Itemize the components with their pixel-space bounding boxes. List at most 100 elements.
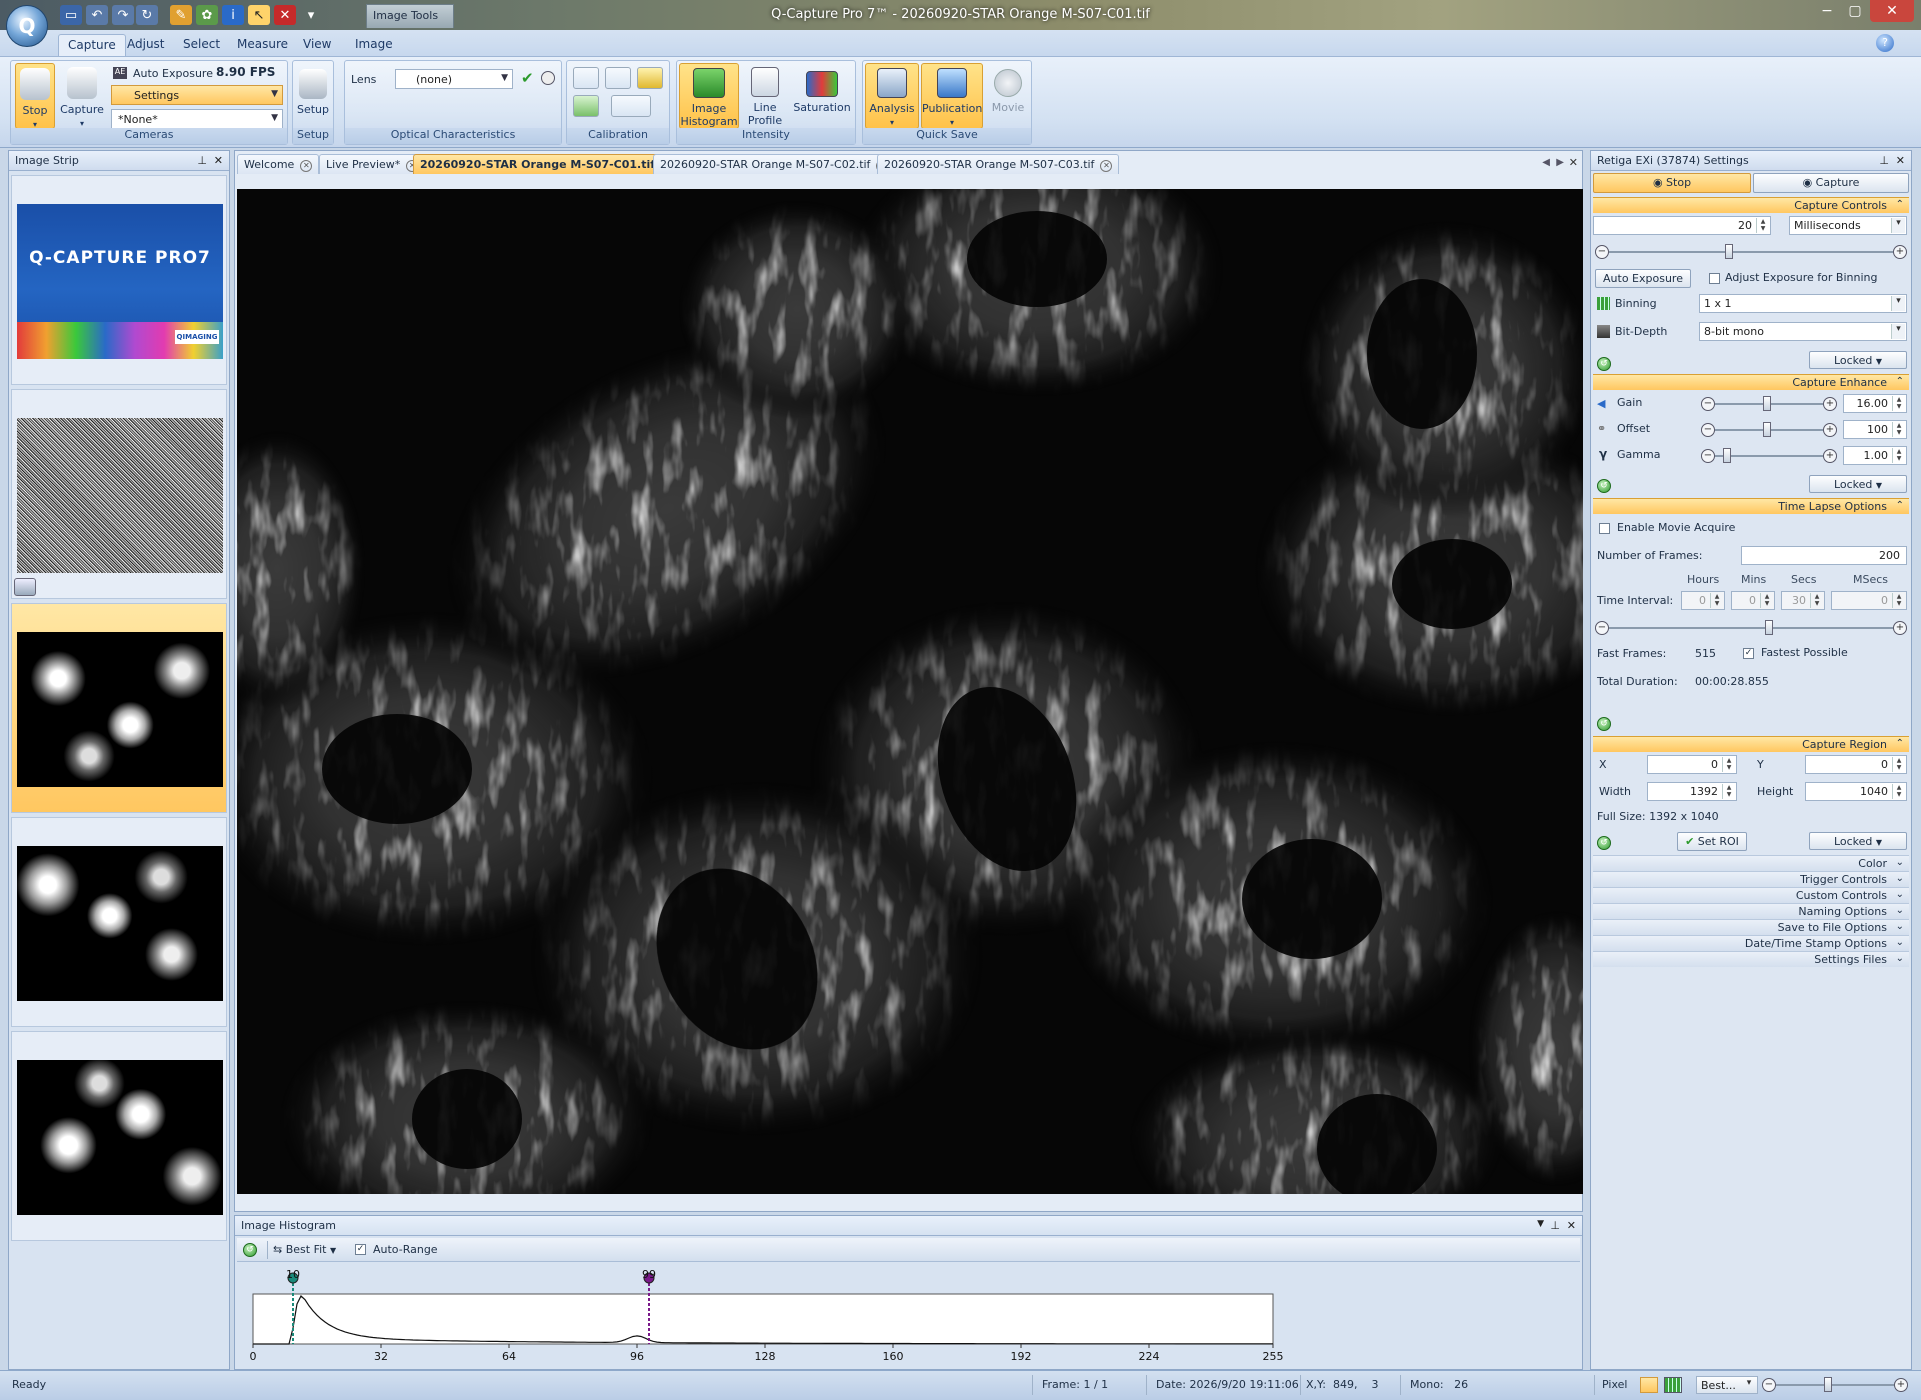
slider-thumb[interactable] — [1824, 1377, 1832, 1392]
tag-icon[interactable]: ✎ — [170, 5, 192, 25]
spinner-icon[interactable]: ▲ ▼ — [1892, 448, 1905, 463]
info-icon[interactable]: i — [222, 5, 244, 25]
slider-minus-icon[interactable]: − — [1595, 621, 1609, 635]
delete-icon[interactable]: ✕ — [274, 5, 296, 25]
doc-tab-c03[interactable]: 20260920-STAR Orange M-S07-C03.tif ✕ — [877, 154, 1120, 174]
thumbnail-splash[interactable]: Q-CAPTURE PRO7 QIMAGING — [11, 175, 227, 385]
slider-thumb[interactable] — [1765, 620, 1773, 635]
gamma-slider[interactable]: − + — [1701, 448, 1837, 464]
thumbnail-c03[interactable] — [11, 1031, 227, 1241]
save-to-file-section[interactable]: Save to File Options ⌄ — [1593, 919, 1909, 935]
set-roi-button[interactable]: ✔ Set ROI — [1677, 832, 1747, 851]
zoom-out-icon[interactable]: − — [1762, 1378, 1776, 1392]
spinner-icon[interactable]: ▲ ▼ — [1760, 593, 1773, 608]
tab-image[interactable]: Image — [346, 34, 402, 56]
calibrate-icon[interactable] — [573, 67, 599, 89]
slider-thumb[interactable] — [1763, 396, 1771, 411]
lens-settings-icon[interactable] — [541, 71, 555, 85]
reset-icon[interactable]: ↺ — [1597, 836, 1611, 850]
spinner-icon[interactable]: ▲ ▼ — [1710, 593, 1723, 608]
spinner-icon[interactable]: ▲ ▼ — [1892, 593, 1905, 608]
zoom-slider[interactable]: − + — [1762, 1377, 1908, 1393]
datetime-stamp-section[interactable]: Date/Time Stamp Options ⌄ — [1593, 935, 1909, 951]
close-panel-icon[interactable]: ✕ — [214, 154, 223, 167]
reset-icon[interactable]: ↺ — [243, 1243, 257, 1257]
naming-options-section[interactable]: Naming Options ⌄ — [1593, 903, 1909, 919]
slider-thumb[interactable] — [1723, 448, 1731, 463]
settings-combo[interactable]: Settings ▼ — [111, 85, 283, 105]
ruler-icon[interactable] — [605, 67, 631, 89]
gamma-input[interactable]: 1.00 ▲ ▼ — [1843, 446, 1907, 465]
flatfield-icon[interactable] — [611, 95, 651, 117]
fastest-possible-checkbox[interactable]: ✓ — [1743, 648, 1754, 659]
spinner-icon[interactable]: ▲ ▼ — [1892, 422, 1905, 437]
height-input[interactable]: 1040 ▲ ▼ — [1805, 782, 1907, 801]
qat-dropdown-icon[interactable]: ▾ — [300, 5, 322, 25]
grid-view-icon[interactable] — [1664, 1377, 1682, 1393]
spinner-icon[interactable]: ▲ ▼ — [1892, 757, 1905, 772]
redo-icon[interactable]: ↷ — [112, 5, 134, 25]
application-menu-button[interactable]: Q — [6, 5, 48, 47]
pointer-icon[interactable]: ↖ — [248, 5, 270, 25]
reset-icon[interactable]: ↺ — [1597, 717, 1611, 731]
time-lapse-header[interactable]: Time Lapse Options ⌃ — [1593, 498, 1909, 514]
enable-movie-checkbox[interactable] — [1599, 523, 1610, 534]
frames-input[interactable]: 200 — [1741, 546, 1907, 565]
capture-enhance-lock[interactable]: Locked ▼ — [1809, 475, 1907, 493]
bitdepth-select[interactable]: 8-bit mono ▾ — [1699, 322, 1907, 341]
custom-controls-section[interactable]: Custom Controls ⌄ — [1593, 887, 1909, 903]
image-histogram-button[interactable]: Image Histogram — [679, 63, 739, 129]
y-input[interactable]: 0 ▲ ▼ — [1805, 755, 1907, 774]
gain-input[interactable]: 16.00 ▲ ▼ — [1843, 394, 1907, 413]
slider-minus-icon[interactable]: − — [1701, 397, 1715, 411]
saturation-button[interactable]: Saturation — [791, 63, 853, 129]
tab-select[interactable]: Select — [174, 34, 229, 56]
thumbnail-live-preview[interactable] — [11, 389, 227, 599]
x-input[interactable]: 0 ▲ ▼ — [1647, 755, 1737, 774]
slider-plus-icon[interactable]: + — [1823, 423, 1837, 437]
refresh-calibration-icon[interactable] — [573, 95, 599, 117]
auto-exposure-button[interactable]: Auto Exposure — [1595, 269, 1691, 288]
capture-enhance-header[interactable]: Capture Enhance ⌃ — [1593, 374, 1909, 390]
reset-icon[interactable]: ↺ — [1597, 479, 1611, 493]
exposure-unit-select[interactable]: Milliseconds ▾ — [1789, 216, 1907, 235]
slider-plus-icon[interactable]: + — [1823, 449, 1837, 463]
auto-exposure-label[interactable]: Auto Exposure — [133, 67, 213, 80]
tab-measure[interactable]: Measure — [228, 34, 297, 56]
spinner-icon[interactable]: ▲ ▼ — [1892, 396, 1905, 411]
mins-input[interactable]: 0 ▲ ▼ — [1731, 591, 1775, 610]
settings-stop-button[interactable]: ◉ Stop — [1593, 173, 1751, 193]
slider-plus-icon[interactable]: + — [1893, 621, 1907, 635]
rotate-icon[interactable]: ↻ — [136, 5, 158, 25]
settings-capture-button[interactable]: ◉ Capture — [1753, 173, 1909, 193]
exposure-input[interactable]: 20 ▲ ▼ — [1593, 216, 1771, 235]
movie-button[interactable]: Movie — [987, 63, 1029, 129]
scroll-tabs-right-icon[interactable]: ▶ — [1556, 157, 1564, 168]
setup-button[interactable]: Setup — [295, 63, 331, 129]
msecs-input[interactable]: 0 ▲ ▼ — [1831, 591, 1907, 610]
close-panel-icon[interactable]: ✕ — [1567, 1219, 1576, 1232]
apply-check-icon[interactable]: ✔ — [521, 69, 534, 87]
zoom-select[interactable]: Best... ▾ — [1696, 1376, 1758, 1394]
capture-controls-lock[interactable]: Locked ▼ — [1809, 351, 1907, 369]
capture-region-header[interactable]: Capture Region ⌃ — [1593, 736, 1909, 752]
capture-region-lock[interactable]: Locked ▼ — [1809, 832, 1907, 850]
slider-plus-icon[interactable]: + — [1823, 397, 1837, 411]
preset-combo[interactable]: *None* ▼ — [111, 109, 283, 129]
auto-range-checkbox[interactable]: ✓ — [355, 1244, 366, 1255]
close-button[interactable]: ✕ — [1870, 0, 1914, 22]
view-image-icon[interactable] — [1640, 1377, 1658, 1393]
zoom-in-icon[interactable]: + — [1894, 1378, 1908, 1392]
group-icon[interactable]: ✿ — [196, 5, 218, 25]
scale-bar-icon[interactable] — [637, 67, 663, 89]
interval-slider[interactable]: − + — [1595, 620, 1907, 636]
slider-thumb[interactable] — [1725, 244, 1733, 259]
best-fit-dropdown[interactable]: ⇆ Best Fit ▼ — [273, 1243, 336, 1256]
thumbnail-c01-selected[interactable] — [11, 603, 227, 813]
gain-slider[interactable]: − + — [1701, 396, 1837, 412]
spinner-icon[interactable]: ▲ ▼ — [1722, 757, 1735, 772]
stop-button[interactable]: Stop ▾ — [15, 63, 55, 129]
histogram-chart[interactable]: 10 99 0 32 64 96 128 160 192 224 255 — [243, 1266, 1578, 1366]
spinner-icon[interactable]: ▲ ▼ — [1892, 784, 1905, 799]
slider-minus-icon[interactable]: − — [1595, 245, 1609, 259]
